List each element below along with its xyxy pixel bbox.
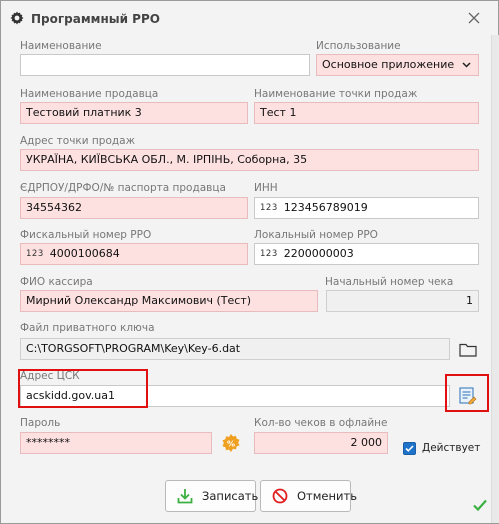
point-name-input[interactable]: Тест 1 [254, 102, 479, 124]
fiscal-number-value: 4000100684 [49, 247, 120, 260]
point-address-input[interactable]: УКРАЇНА, КИЇВСЬКА ОБЛ., М. ІРПІНЬ, Собор… [20, 149, 479, 171]
inn-input[interactable]: 123 123456789019 [254, 197, 479, 219]
local-numeric-prefix: 123 [260, 249, 278, 259]
start-check-label: Начальный номер чека [325, 276, 454, 288]
cancel-button[interactable]: Отменить [260, 480, 357, 512]
fiscal-number-label: Фискальный номер РРО [20, 229, 152, 241]
seller-name-label: Наименование продавца [20, 88, 159, 100]
start-check-input[interactable]: 1 [326, 290, 479, 312]
scrollbar[interactable] [491, 35, 499, 523]
checkmark-icon [473, 499, 487, 512]
edrpou-label: ЄДРПОУ/ДРФО/№ паспорта продавца [20, 182, 226, 194]
local-number-value: 2200000003 [283, 247, 354, 260]
cancel-icon [272, 488, 288, 504]
cancel-button-label: Отменить [297, 489, 357, 503]
point-address-label: Адрес точки продаж [20, 135, 136, 147]
password-generate-icon[interactable]: % [220, 432, 242, 454]
gear-icon [10, 11, 24, 25]
edit-icon-highlight [445, 374, 489, 412]
save-download-icon [177, 489, 193, 504]
inn-label: ИНН [254, 182, 278, 194]
fiscal-numeric-prefix: 123 [26, 249, 44, 259]
usage-select[interactable]: Основное приложение [316, 54, 479, 76]
name-label: Наименование [20, 40, 102, 52]
close-icon[interactable] [467, 11, 481, 25]
point-name-label: Наименование точки продаж [254, 88, 418, 100]
name-input[interactable] [20, 54, 310, 76]
offline-checks-label: Кол-во чеков в офлайне [254, 417, 388, 429]
save-button[interactable]: Записать [165, 480, 259, 512]
inn-numeric-prefix: 123 [260, 203, 278, 213]
inn-value: 123456789019 [283, 201, 368, 214]
save-button-label: Записать [202, 489, 259, 503]
local-number-label: Локальный номер РРО [254, 229, 378, 241]
password-label: Пароль [20, 417, 61, 429]
cashier-input[interactable]: Мирний Олександр Максимович (Тест) [20, 290, 318, 312]
cashier-label: ФИО кассира [20, 276, 93, 288]
svg-text:%: % [227, 440, 235, 449]
chevron-down-icon [462, 62, 471, 68]
active-label: Действует [422, 442, 481, 454]
window-title: Программный РРО [31, 12, 160, 26]
offline-checks-input[interactable]: 2 000 [254, 432, 388, 454]
usage-label: Использование [316, 40, 401, 52]
key-file-label: Файл приватного ключа [20, 322, 155, 334]
password-input[interactable]: ******** [20, 432, 212, 454]
key-file-input[interactable]: C:\TORGSOFT\PROGRAM\Key\Key-6.dat [20, 338, 450, 360]
program-rro-dialog: Программный РРО Наименование Использован… [0, 0, 499, 524]
folder-icon[interactable] [457, 338, 479, 360]
usage-select-value: Основное приложение [322, 58, 455, 71]
title-bar: Программный РРО [1, 1, 498, 35]
active-checkbox[interactable] [403, 442, 416, 455]
fiscal-number-input[interactable]: 123 4000100684 [20, 243, 248, 265]
edrpou-input[interactable]: 34554362 [20, 197, 248, 219]
csk-address-highlight [18, 369, 148, 408]
local-number-input[interactable]: 123 2200000003 [254, 243, 479, 265]
checkbox-check-icon [405, 445, 414, 452]
seller-name-input[interactable]: Тестовий платник 3 [20, 102, 248, 124]
